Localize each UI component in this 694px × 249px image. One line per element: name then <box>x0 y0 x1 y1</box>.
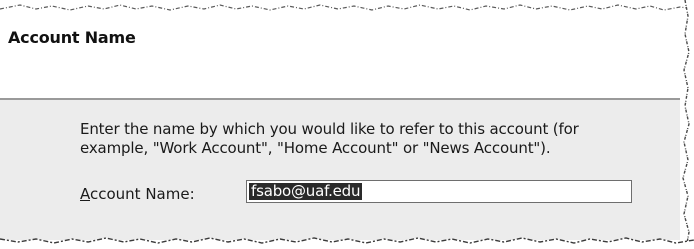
account-name-value: fsabo@uaf.edu <box>249 182 363 200</box>
instruction-text: Enter the name by which you would like t… <box>80 120 680 158</box>
torn-top-edge <box>0 0 694 11</box>
account-name-dialog: Account Name Enter the name by which you… <box>0 0 694 249</box>
torn-bottom-edge <box>0 237 694 249</box>
label-text: ccount Name: <box>90 185 195 203</box>
torn-right-edge <box>682 0 694 249</box>
instruction-line-2: example, "Work Account", "Home Account" … <box>80 139 551 157</box>
account-name-input[interactable]: fsabo@uaf.edu <box>246 180 632 203</box>
account-name-label: Account Name: <box>80 185 195 203</box>
instruction-line-1: Enter the name by which you would like t… <box>80 120 579 138</box>
dialog-header: Account Name <box>0 14 680 98</box>
page-title: Account Name <box>8 28 136 47</box>
dialog-body: Enter the name by which you would like t… <box>0 100 680 240</box>
label-mnemonic: A <box>80 185 90 203</box>
